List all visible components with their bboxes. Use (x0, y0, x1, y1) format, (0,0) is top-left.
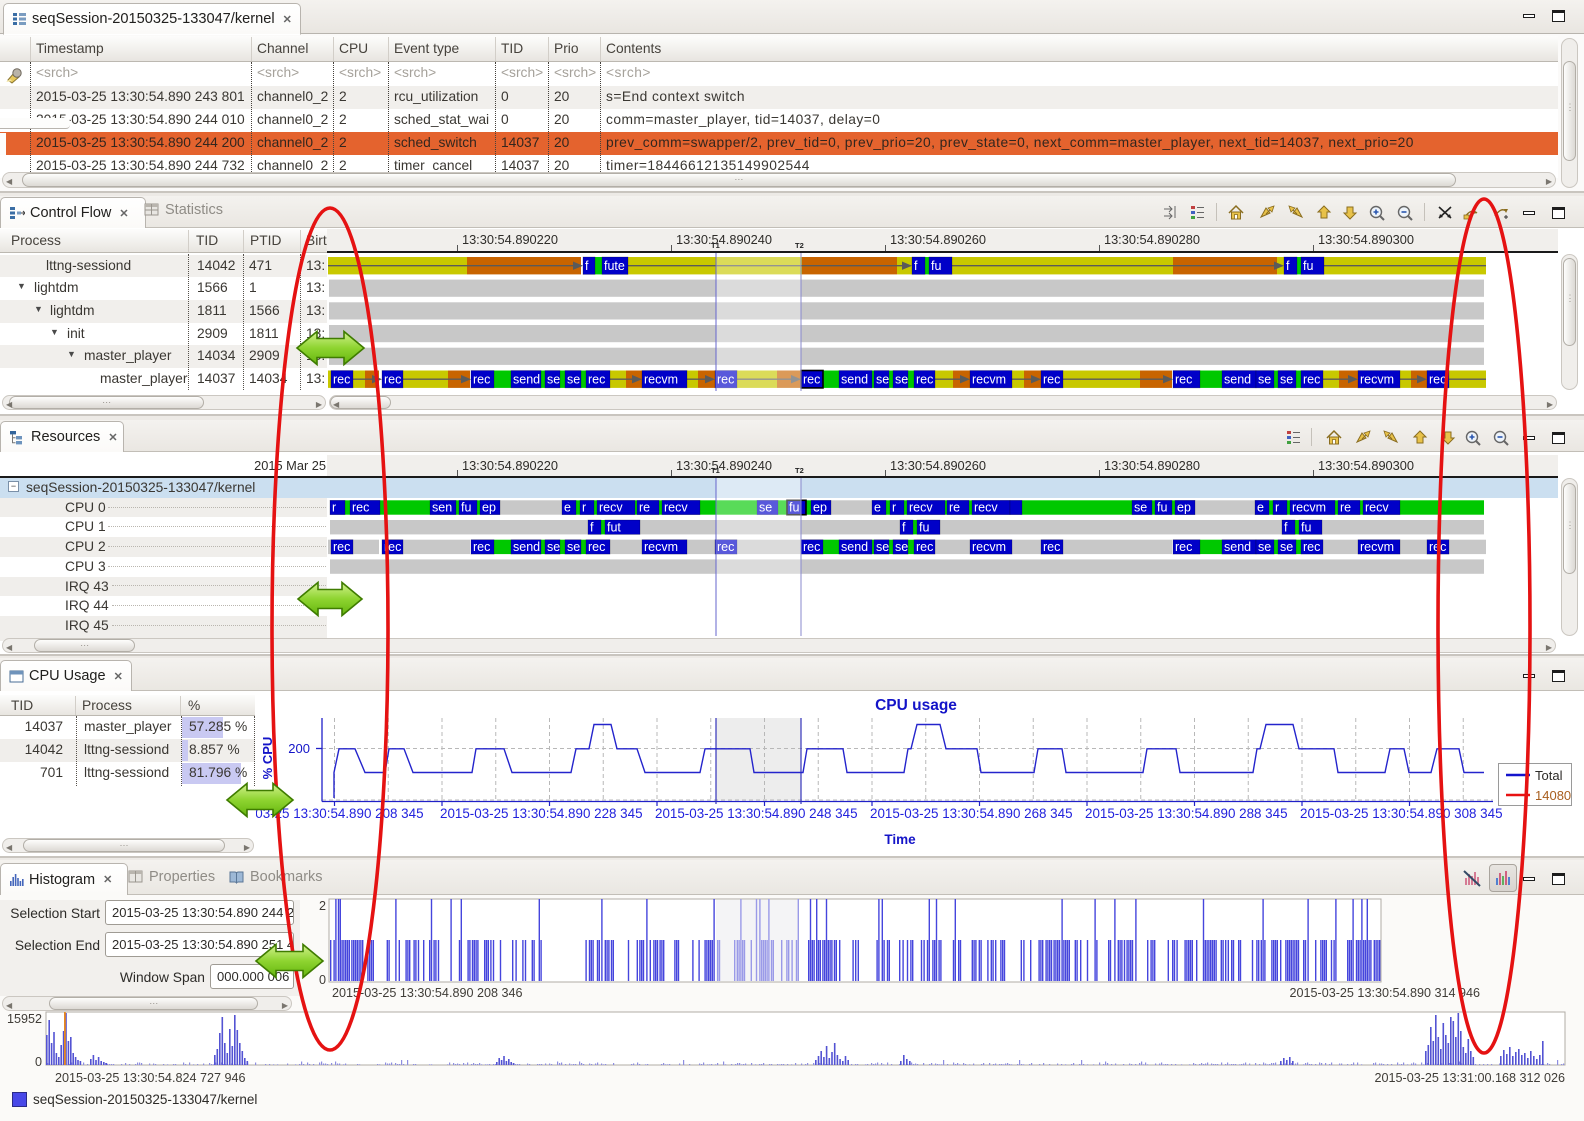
svg-text:2015-03-25 13:30:54.890 248 34: 2015-03-25 13:30:54.890 248 345 (655, 806, 858, 821)
svg-text:se: se (1258, 372, 1271, 386)
svg-text:recvm: recvm (644, 540, 678, 554)
svg-text:rec: rec (384, 372, 401, 386)
svg-text:se: se (547, 372, 560, 386)
svg-text:fute: fute (604, 259, 625, 273)
svg-text:recv: recv (1365, 501, 1389, 515)
svg-text:2: 2 (319, 899, 326, 913)
svg-text:rec: rec (1429, 540, 1446, 554)
svg-text:fut: fut (607, 520, 621, 534)
svg-text:2015-03-25 13:30:54.824 727 94: 2015-03-25 13:30:54.824 727 946 (55, 1071, 245, 1085)
svg-text:se: se (876, 540, 889, 554)
svg-text:send: send (513, 372, 540, 386)
svg-text:se: se (1134, 501, 1147, 515)
svg-text:re: re (1340, 501, 1351, 515)
svg-text:rec: rec (473, 540, 490, 554)
svg-text:recvm: recvm (644, 372, 678, 386)
svg-text:fu: fu (1301, 520, 1311, 534)
svg-text:0: 0 (35, 1055, 42, 1069)
svg-text:rec: rec (916, 540, 933, 554)
svg-text:recvm: recvm (1360, 540, 1394, 554)
svg-text:rec: rec (1043, 540, 1060, 554)
svg-text:recv: recv (974, 501, 998, 515)
svg-text:se: se (895, 540, 908, 554)
svg-text:se: se (876, 372, 889, 386)
svg-text:CPU usage: CPU usage (875, 697, 957, 714)
svg-text:2015-03-25 13:31:00.168 312 02: 2015-03-25 13:31:00.168 312 026 (1375, 1071, 1565, 1085)
svg-text:e: e (1257, 501, 1264, 515)
svg-text:f: f (1286, 259, 1290, 273)
svg-text:2015-03-25 13:30:54.890 288 34: 2015-03-25 13:30:54.890 288 345 (1085, 806, 1288, 821)
svg-text:se: se (1280, 372, 1293, 386)
svg-text:se: se (895, 372, 908, 386)
svg-text:fu: fu (461, 501, 471, 515)
svg-text:se: se (1258, 540, 1271, 554)
svg-text:fu: fu (1303, 259, 1313, 273)
svg-text:ep: ep (482, 501, 496, 515)
svg-text:r: r (1275, 501, 1279, 515)
svg-text:rec: rec (916, 372, 933, 386)
svg-text:ep: ep (813, 501, 827, 515)
svg-text:2015-03-25 13:30:54.890 208 34: 2015-03-25 13:30:54.890 208 345 (256, 806, 424, 821)
svg-text:rec: rec (1303, 372, 1320, 386)
svg-text:f: f (914, 259, 918, 273)
svg-text:se: se (567, 372, 580, 386)
svg-text:fu: fu (931, 259, 941, 273)
svg-text:re: re (949, 501, 960, 515)
svg-text:f: f (585, 259, 589, 273)
svg-text:e: e (564, 501, 571, 515)
svg-text:rec: rec (1303, 540, 1320, 554)
svg-text:send: send (1224, 372, 1251, 386)
svg-text:r: r (332, 501, 336, 515)
svg-text:200: 200 (288, 741, 310, 756)
svg-text:2015-03-25 13:30:54.890 208 34: 2015-03-25 13:30:54.890 208 346 (332, 986, 522, 1000)
svg-text:re: re (639, 501, 650, 515)
svg-text:recvm: recvm (972, 372, 1006, 386)
svg-text:rec: rec (803, 372, 820, 386)
svg-text:rec: rec (352, 501, 369, 515)
svg-text:f: f (590, 520, 594, 534)
svg-text:recv: recv (664, 501, 688, 515)
svg-text:send: send (1224, 540, 1251, 554)
svg-text:2015-03-25 13:30:54.890 308 34: 2015-03-25 13:30:54.890 308 345 (1300, 806, 1503, 821)
svg-text:Total: Total (1535, 768, 1563, 783)
svg-text:recvm: recvm (1360, 372, 1394, 386)
svg-text:fu: fu (1157, 501, 1167, 515)
svg-text:rec: rec (333, 372, 350, 386)
svg-text:ep: ep (1177, 501, 1191, 515)
svg-text:se: se (547, 540, 560, 554)
svg-text:recvm: recvm (1292, 501, 1326, 515)
svg-text:fu: fu (919, 520, 929, 534)
svg-text:rec: rec (1429, 372, 1446, 386)
svg-text:rec: rec (588, 372, 605, 386)
svg-text:14080: 14080 (1535, 788, 1571, 803)
svg-text:se: se (567, 540, 580, 554)
svg-text:% CPU: % CPU (260, 737, 275, 780)
svg-text:send: send (841, 540, 868, 554)
svg-text:rec: rec (588, 540, 605, 554)
svg-text:recv: recv (599, 501, 623, 515)
svg-text:2015-03-25 13:30:54.890 268 34: 2015-03-25 13:30:54.890 268 345 (870, 806, 1073, 821)
svg-text:recv: recv (909, 501, 933, 515)
svg-text:f: f (902, 520, 906, 534)
svg-text:rec: rec (473, 372, 490, 386)
svg-text:0: 0 (319, 973, 326, 987)
svg-text:e: e (874, 501, 881, 515)
svg-text:rec: rec (333, 540, 350, 554)
svg-text:2015-03-25 13:30:54.890 314 94: 2015-03-25 13:30:54.890 314 946 (1290, 986, 1480, 1000)
svg-text:send: send (513, 540, 540, 554)
svg-text:2015-03-25 13:30:54.890 228 34: 2015-03-25 13:30:54.890 228 345 (440, 806, 643, 821)
svg-text:rec: rec (1175, 540, 1192, 554)
svg-text:se: se (1280, 540, 1293, 554)
svg-text:recvm: recvm (972, 540, 1006, 554)
svg-text:sen: sen (432, 501, 452, 515)
svg-text:r: r (892, 501, 896, 515)
svg-text:rec: rec (803, 540, 820, 554)
svg-text:rec: rec (384, 540, 401, 554)
svg-text:r: r (582, 501, 586, 515)
svg-text:f: f (1284, 520, 1288, 534)
svg-text:15952: 15952 (7, 1012, 42, 1026)
svg-text:rec: rec (1175, 372, 1192, 386)
svg-text:rec: rec (1043, 372, 1060, 386)
svg-text:send: send (841, 372, 868, 386)
